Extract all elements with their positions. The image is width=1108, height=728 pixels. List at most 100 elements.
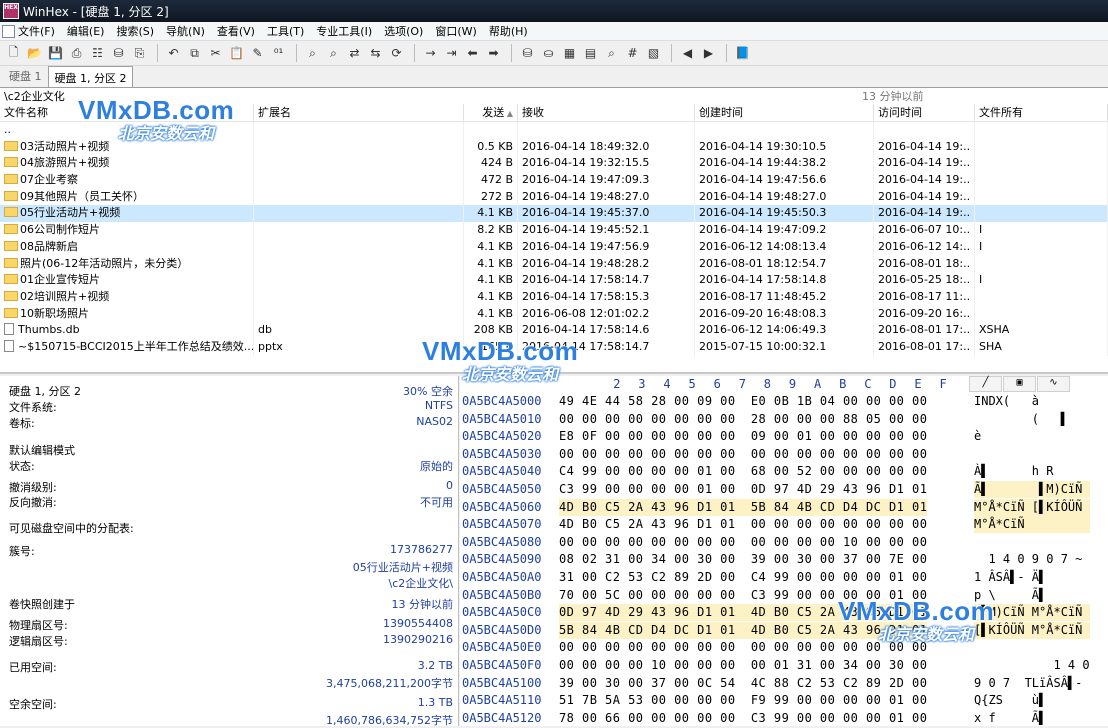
new-file-icon[interactable]: 🗋	[4, 44, 23, 63]
hex-row[interactable]: 0A5BC4A5070 4D B0 C5 2A 43 96 D1 01 00 00…	[460, 516, 1108, 534]
file-row[interactable]: 02培训照片+视频 4.1 KB 2016-04-14 17:58:15.3 2016…	[0, 288, 1108, 306]
file-cell-text: 472 B	[480, 173, 513, 187]
template-icon[interactable]: ▧	[644, 44, 663, 63]
forward-icon[interactable]: ➡	[484, 44, 503, 63]
column-header-received[interactable]: 接收	[518, 104, 695, 121]
file-cell-accessed: 2016-08-01 17:..	[874, 322, 975, 339]
find-again-icon[interactable]: ⟳	[387, 44, 406, 63]
replace-text-icon[interactable]: ⇄	[345, 44, 364, 63]
find-hex-icon[interactable]: ⌕	[324, 44, 343, 63]
hex-row[interactable]: 0A5BC4A5100 39 00 30 00 37 00 0C 54 4C 88…	[460, 675, 1108, 692]
goto-offset-icon[interactable]: →	[421, 44, 440, 63]
hex-row[interactable]: 0A5BC4A50B0 70 00 5C 00 00 00 00 00 C3 99…	[460, 587, 1108, 604]
file-row[interactable]: 06公司制作短片 8.2 KB 2016-04-14 19:45:52.1 2016-…	[0, 222, 1108, 239]
hex-row[interactable]: 0A5BC4A5050 C3 99 00 00 00 00 01 00 0D 97…	[460, 481, 1108, 498]
menu-item[interactable]: 选项(O)	[382, 23, 425, 39]
search-icon[interactable]: ⌕	[602, 44, 621, 63]
file-row[interactable]: ..	[0, 122, 1108, 139]
calculator-icon[interactable]: ▤	[581, 44, 600, 63]
prev-icon[interactable]: ◀	[678, 44, 697, 63]
file-row[interactable]: 01企业宣传短片 4.1 KB 2016-04-14 17:58:14.7 2016-…	[0, 272, 1108, 289]
menu-item[interactable]: 编辑(E)	[65, 23, 107, 39]
column-header-owner[interactable]: 文件所有	[975, 104, 1108, 121]
back-icon[interactable]: ⬅	[463, 44, 482, 63]
hex-row[interactable]: 0A5BC4A50D0 5B 84 4B CD D4 DC D1 01 4D B0…	[460, 621, 1108, 639]
column-header-accessed[interactable]: 访问时间	[874, 104, 975, 121]
menu-item[interactable]: 帮助(H)	[487, 23, 530, 39]
save-all-icon[interactable]: ⎘	[130, 44, 149, 63]
file-row[interactable]: 08品牌新启 4.1 KB 2016-04-14 19:47:56.9 2016-06…	[0, 238, 1108, 256]
paste-icon[interactable]: 📋	[227, 44, 246, 63]
binary-icon[interactable]: ⁰¹	[269, 44, 288, 63]
goto-sector-icon[interactable]: ⇥	[442, 44, 461, 63]
find-text-icon[interactable]: ⌕	[303, 44, 322, 63]
menu-item[interactable]: 窗口(W)	[433, 23, 478, 39]
file-cell-recv: 2016-06-08 12:01:02.2	[518, 305, 695, 323]
pencil-icon[interactable]: ╱	[969, 376, 1002, 392]
menu-item[interactable]: 搜索(S)	[114, 23, 156, 39]
file-row[interactable]: 04旅游照片+视频 424 B 2016-04-14 19:32:15.5 2016-…	[0, 155, 1108, 173]
hex-row[interactable]: 0A5BC4A5120 78 00 66 00 00 00 00 00 C3 99…	[460, 710, 1108, 727]
copy-block-icon[interactable]: ⧉	[185, 44, 204, 63]
hex-row[interactable]: 0A5BC4A5000 49 4E 44 58 28 00 09 00 E0 0B…	[460, 393, 1108, 410]
hex-row[interactable]: 0A5BC4A50A0 31 00 C2 53 C2 89 2D 00 C4 99…	[460, 569, 1108, 586]
open-file-icon[interactable]: 📂	[25, 44, 44, 63]
file-cell-recv: 2016-04-14 17:58:15.3	[518, 288, 695, 306]
file-row[interactable]: 03活动照片+视频 0.5 KB 2016-04-14 18:49:32.0 2016…	[0, 138, 1108, 156]
hex-row[interactable]: 0A5BC4A50C0 0D 97 4D 29 43 96 D1 01 4D B0…	[460, 604, 1108, 622]
replace-hex-icon[interactable]: ⇆	[366, 44, 385, 63]
hex-row[interactable]: 0A5BC4A5080 00 00 00 00 00 00 00 00 00 00…	[460, 534, 1108, 551]
next-icon[interactable]: ▶	[699, 44, 718, 63]
properties-icon[interactable]: ☷	[88, 44, 107, 63]
file-row[interactable]: ~$150715-BCCI2015上半年工作总结及绩效... pptx 165 B 2…	[0, 338, 1108, 356]
column-header-filename[interactable]: 文件名称	[0, 104, 254, 121]
ram-icon[interactable]: ▦	[560, 44, 579, 63]
file-row[interactable]: 照片(06-12年活动照片，未分类） 4.1 KB 2016-04-14 19:48…	[0, 255, 1108, 273]
file-row[interactable]: 09其他照片（员工关怀） 272 B 2016-04-14 19:48:27.0 20…	[0, 188, 1108, 206]
info-label: 已用空间:	[9, 661, 57, 674]
hex-editor[interactable]: 2 3 4 5 6 7 8 9 A B C D E F ╱ ▣ ∿ 0A5BC4A5000 49 4E 44…	[460, 376, 1108, 726]
tab-disk-1-partition-2[interactable]: 硬盘 1, 分区 2	[47, 66, 134, 87]
info-value: 05行业活动片+视频	[352, 561, 453, 574]
undo-icon[interactable]: ↶	[164, 44, 183, 63]
wave-icon[interactable]: ∿	[1037, 376, 1070, 392]
open-disk-icon[interactable]: ⛁	[109, 44, 128, 63]
open-disk-2-icon[interactable]: ⛁	[518, 44, 537, 63]
column-header-size[interactable]: 发送 ▲	[464, 104, 518, 121]
menu-item[interactable]: 工具(T)	[265, 23, 306, 39]
cut-icon[interactable]: ✂	[206, 44, 225, 63]
file-row[interactable]: 10新职场照片 4.1 KB 2016-06-08 12:01:02.2 2016-0…	[0, 305, 1108, 323]
winhex-app-icon[interactable]: HEX	[3, 3, 19, 19]
column-header-created[interactable]: 创建时间	[695, 104, 874, 121]
help-book-icon[interactable]: 📘	[733, 44, 752, 63]
hex-row[interactable]: 0A5BC4A5030 00 00 00 00 00 00 00 00 00 00…	[460, 446, 1108, 463]
print-icon[interactable]: ⎙	[67, 44, 86, 63]
file-cell-size: 0.5 KB	[464, 138, 518, 156]
hex-column-label: D	[889, 377, 897, 391]
hex-row[interactable]: 0A5BC4A5060 4D B0 C5 2A 43 96 D1 01 5B 84…	[460, 498, 1108, 516]
hex-row[interactable]: 0A5BC4A50F0 00 00 00 00 10 00 00 00 00 01…	[460, 657, 1108, 674]
menu-item[interactable]: 专业工具(I)	[314, 23, 374, 39]
file-row[interactable]: 05行业活动片+视频 4.1 KB 2016-04-14 19:45:37.0 201…	[0, 205, 1108, 223]
hex-row[interactable]: 0A5BC4A5090 08 02 31 00 34 00 30 00 39 00…	[460, 551, 1108, 568]
hash-icon[interactable]: #	[623, 44, 642, 63]
column-header-extension[interactable]: 扩展名	[254, 104, 464, 121]
write-icon[interactable]: ✎	[248, 44, 267, 63]
menu-item[interactable]: 文件(F)	[0, 23, 57, 39]
tab-disk-1[interactable]: 硬盘 1	[3, 65, 48, 87]
save-icon[interactable]: 💾	[46, 44, 65, 63]
hex-row[interactable]: 0A5BC4A50E0 00 00 00 00 00 00 00 00 00 00…	[460, 639, 1108, 656]
file-cell-text: 2016-04-14 19:..	[878, 173, 971, 187]
hex-row[interactable]: 0A5BC4A5010 00 00 00 00 00 00 00 00 28 00…	[460, 411, 1108, 428]
menu-item[interactable]: 导航(N)	[164, 23, 207, 39]
file-cell-text: 2016-04-14 19:45:37.0	[522, 206, 650, 220]
menu-item[interactable]: 查看(V)	[215, 23, 257, 39]
menu-item-label: 选项(O)	[384, 25, 424, 38]
hex-row[interactable]: 0A5BC4A5040 C4 99 00 00 00 00 01 00 68 00…	[460, 463, 1108, 480]
hex-row[interactable]: 0A5BC4A5020 E8 0F 00 00 00 00 00 00 09 00…	[460, 428, 1108, 445]
hex-row[interactable]: 0A5BC4A5110 51 7B 5A 53 00 00 00 00 F9 99…	[460, 692, 1108, 709]
folder-view-icon[interactable]: ▣	[1003, 376, 1036, 392]
file-row[interactable]: Thumbs.db db 208 KB 2016-04-14 17:58:14.6 20…	[0, 322, 1108, 339]
file-row[interactable]: 07企业考察 472 B 2016-04-14 19:47:09.3 2016-04-…	[0, 172, 1108, 189]
disk-clone-icon[interactable]: ⛀	[539, 44, 558, 63]
